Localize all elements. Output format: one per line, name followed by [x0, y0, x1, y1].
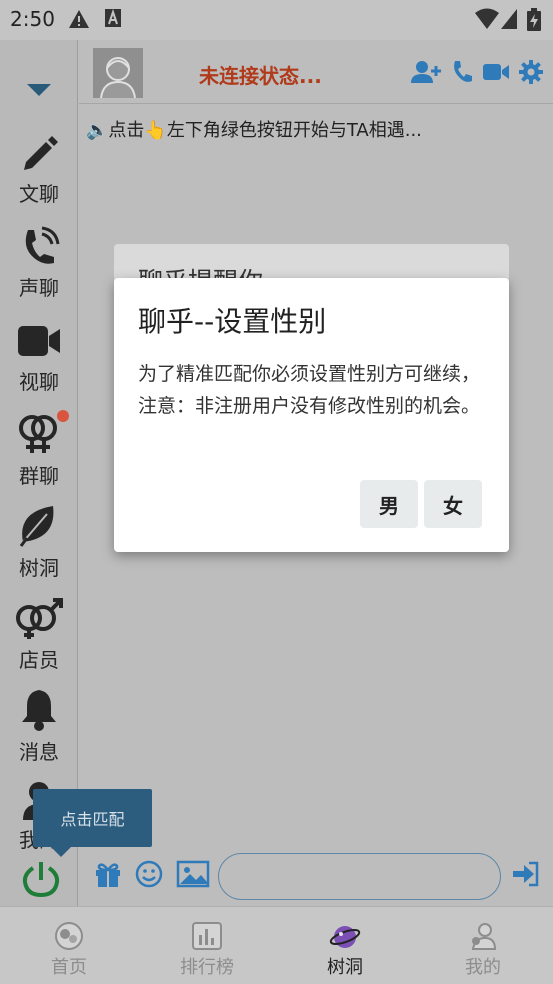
male-button[interactable]: 男 — [360, 480, 418, 528]
sidebar-item-voice-chat[interactable]: 声聊 — [0, 226, 78, 301]
sidebar-item-video-chat[interactable]: 视聊 — [0, 320, 78, 395]
match-hint: 🔈点击👆左下角绿色按钮开始与TA相遇... — [86, 120, 422, 141]
match-tooltip-label: 点击匹配 — [60, 810, 125, 829]
tab-me[interactable]: 我的 — [414, 907, 552, 984]
dialog-title: 聊乎--设置性别 — [138, 305, 327, 338]
sidebar-item-messages[interactable]: 消息 — [0, 688, 78, 765]
sidebar-item-label: 店员 — [19, 648, 59, 672]
bell-icon — [22, 690, 56, 731]
avatar[interactable] — [93, 48, 143, 99]
gender-symbols-icon — [19, 415, 57, 453]
sidebar-item-label: 消息 — [19, 740, 59, 764]
bottom-tab-bar: 首页 排行榜 树洞 我的 — [0, 906, 553, 984]
tab-label: 树洞 — [327, 957, 363, 978]
sidebar: 文聊 声聊 视聊 群聊 树洞 店员 消息 我的 — [0, 40, 78, 906]
connection-status: 未连接状态... — [199, 64, 322, 88]
sidebar-item-label: 树洞 — [19, 556, 59, 580]
sidebar-item-text-chat[interactable]: 文聊 — [0, 132, 78, 207]
warning-icon — [69, 10, 89, 28]
tab-home[interactable]: 首页 — [0, 907, 138, 984]
female-button[interactable]: 女 — [424, 480, 482, 528]
leaf-icon — [19, 506, 54, 547]
male-female-icon — [16, 598, 63, 639]
notification-a-icon — [105, 8, 121, 27]
gender-dialog: 聊乎--设置性别 为了精准匹配你必须设置性别方可继续，注意：非注册用户没有修改性… — [114, 278, 509, 552]
send-icon[interactable] — [511, 860, 539, 888]
sidebar-item-label: 视聊 — [19, 370, 59, 394]
gift-icon[interactable] — [94, 860, 122, 888]
tab-label: 我的 — [465, 957, 501, 978]
tab-ranking[interactable]: 排行榜 — [138, 907, 276, 984]
sidebar-item-clerk[interactable]: 店员 — [0, 596, 78, 673]
signal-icon — [501, 9, 517, 29]
sidebar-item-label: 文聊 — [19, 182, 59, 206]
profile-icon — [471, 923, 497, 950]
tab-label: 排行榜 — [180, 957, 234, 978]
sidebar-item-group-chat[interactable]: 群聊 — [0, 410, 78, 489]
tab-label: 首页 — [51, 957, 87, 978]
sidebar-item-tree-hole[interactable]: 树洞 — [0, 502, 78, 581]
battery-icon — [527, 8, 541, 31]
avatar-placeholder-icon — [100, 57, 136, 99]
dialog-message: 为了精准匹配你必须设置性别方可继续，注意：非注册用户没有修改性别的机会。 — [138, 363, 481, 417]
dropdown-arrow-icon[interactable] — [26, 82, 52, 98]
image-icon[interactable] — [176, 860, 210, 888]
add-friend-icon[interactable] — [411, 60, 441, 84]
message-input[interactable] — [218, 853, 501, 900]
sidebar-item-label: 声聊 — [19, 276, 59, 300]
planet-icon — [329, 926, 361, 948]
phone-call-icon[interactable] — [451, 60, 473, 84]
emoji-icon[interactable] — [135, 860, 163, 888]
gear-icon[interactable] — [519, 60, 543, 84]
status-time: 2:50 — [10, 7, 55, 31]
wifi-icon — [475, 8, 499, 29]
status-bar: 2:50 — [0, 0, 553, 40]
power-icon[interactable] — [22, 860, 60, 898]
match-tooltip[interactable]: 点击匹配 — [33, 789, 152, 857]
home-icon — [55, 922, 83, 950]
video-call-icon[interactable] — [482, 60, 510, 84]
video-camera-icon — [18, 326, 60, 356]
tab-tree-hole[interactable]: 树洞 — [276, 907, 414, 984]
phone-icon — [25, 226, 60, 264]
chat-header: 未连接状态... — [79, 40, 553, 104]
pencil-icon — [24, 136, 58, 170]
unread-badge-icon — [57, 410, 69, 422]
sidebar-item-label: 群聊 — [19, 464, 59, 488]
bar-chart-icon — [192, 922, 222, 950]
